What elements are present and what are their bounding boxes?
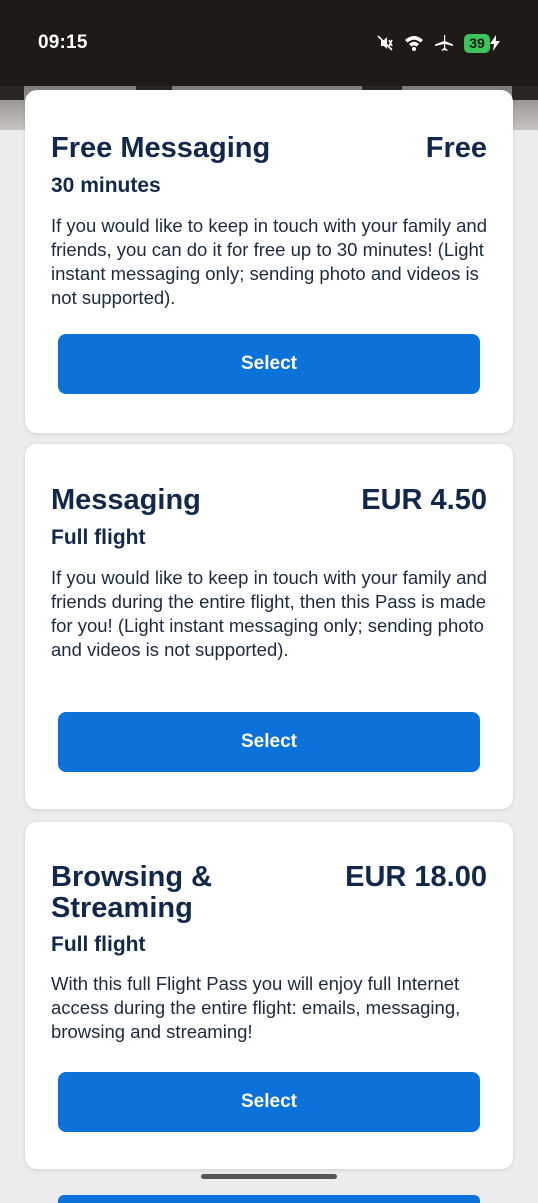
next-card-peek [58, 1195, 480, 1203]
pass-duration: 30 minutes [51, 174, 161, 197]
charging-bolt-icon [490, 35, 500, 51]
pass-description: If you would like to keep in touch with … [51, 567, 488, 660]
airplane-icon [434, 34, 454, 52]
pass-description: If you would like to keep in touch with … [51, 215, 488, 308]
pass-list: Free Messaging Free 30 minutes If you wo… [0, 86, 538, 1200]
pass-card: Browsing & Streaming EUR 18.00 Full flig… [25, 822, 513, 1169]
home-indicator[interactable] [201, 1174, 337, 1179]
pass-title: Browsing & Streaming [51, 861, 213, 924]
pass-price: Free [425, 132, 487, 164]
pass-card: Free Messaging Free 30 minutes If you wo… [25, 90, 513, 433]
mute-vibrate-icon [376, 34, 394, 52]
pass-price: EUR 18.00 [345, 861, 487, 893]
battery-icon: 39 [464, 33, 500, 53]
pass-description: With this full Flight Pass you will enjo… [51, 973, 461, 1042]
pass-title: Messaging [51, 484, 201, 516]
status-icons: 39 [376, 31, 500, 55]
pass-card: Messaging EUR 4.50 Full flight If you wo… [25, 444, 513, 809]
select-button[interactable]: Select [58, 334, 480, 394]
status-bar: 09:15 39 [0, 0, 538, 86]
pass-title: Free Messaging [51, 132, 271, 164]
select-button[interactable]: Select [58, 712, 480, 772]
pass-price: EUR 4.50 [361, 484, 487, 516]
pass-duration: Full flight [51, 933, 146, 956]
status-time: 09:15 [38, 32, 88, 53]
wifi-icon [404, 34, 424, 52]
select-button[interactable]: Select [58, 1072, 480, 1132]
battery-level: 39 [464, 33, 490, 53]
pass-duration: Full flight [51, 526, 146, 549]
